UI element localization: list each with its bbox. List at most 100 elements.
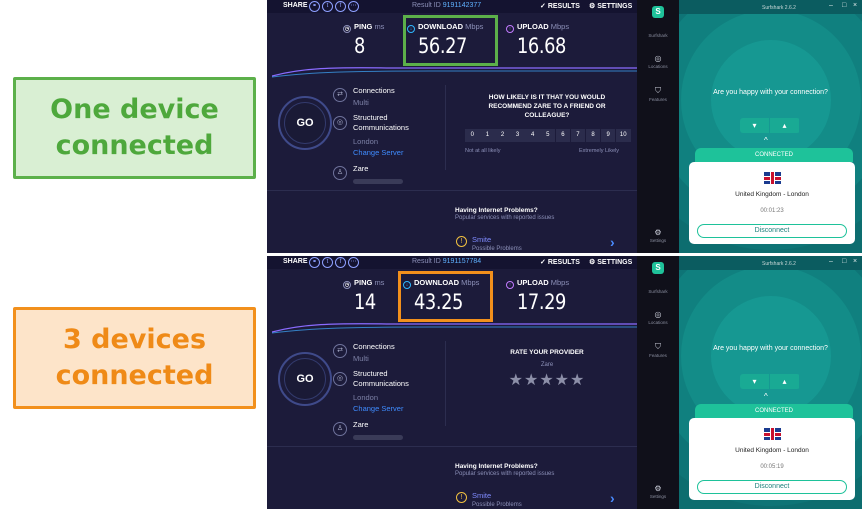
service-item[interactable]: ! Smite Possible Problems	[456, 491, 522, 508]
feedback-question: Are you happy with your connection?	[713, 89, 828, 96]
disconnect-button[interactable]: Disconnect	[697, 480, 847, 494]
service-item[interactable]: ! Smite Possible Problems	[456, 235, 522, 252]
facebook-icon[interactable]: f	[335, 257, 346, 268]
server-location: United Kingdom - London	[735, 447, 809, 454]
facebook-icon[interactable]: f	[335, 1, 346, 12]
settings-button[interactable]: ⚙ SETTINGS	[589, 2, 632, 10]
sidebar-item-surfshark[interactable]: Surfshark	[637, 289, 679, 294]
more-icon[interactable]: ⋯	[348, 257, 359, 268]
settings-button[interactable]: ⚙ SETTINGS	[589, 258, 632, 266]
warning-icon: !	[456, 236, 467, 247]
connection-time: 00:05:19	[760, 464, 784, 470]
sidebar-item-features[interactable]: ⛉ Features	[637, 342, 679, 358]
thumbs-up-icon[interactable]: ▴	[770, 118, 799, 133]
chevron-up-icon[interactable]: ^	[764, 392, 768, 401]
sidebar-item-settings[interactable]: ⚙ Settings	[637, 228, 679, 243]
user-icon: ♙	[333, 166, 347, 180]
change-server-link[interactable]: Change Server	[353, 404, 403, 414]
upload-metric: ↑ UPLOAD Mbps 16.68	[506, 22, 596, 58]
results-button[interactable]: ✓ RESULTS	[540, 2, 580, 10]
disconnect-button[interactable]: Disconnect	[697, 224, 847, 238]
chevron-right-icon[interactable]: ›	[610, 490, 615, 506]
shield-icon: ⛉	[655, 342, 661, 351]
scale-option[interactable]: 1	[480, 129, 495, 142]
uk-flag-icon	[764, 172, 781, 184]
feedback-question: Are you happy with your connection?	[713, 345, 828, 352]
download-value: 56.27	[418, 34, 467, 58]
warning-icon: !	[456, 492, 467, 503]
chevron-up-icon[interactable]: ^	[764, 136, 768, 145]
redacted-ip	[353, 179, 403, 184]
thumbs-up-icon[interactable]: ▴	[770, 374, 799, 389]
scale-option[interactable]: 8	[585, 129, 601, 142]
scale-option[interactable]: 9	[600, 129, 616, 142]
survey-question: HOW LIKELY IS IT THAT YOU WOULD RECOMMEN…	[488, 94, 606, 119]
surfshark-logo: S	[652, 262, 664, 274]
sidebar-item-surfshark[interactable]: Surfshark	[637, 33, 679, 38]
three-devices-label: 3 devices connected	[13, 307, 256, 409]
maximize-icon[interactable]: □	[842, 2, 846, 9]
scale-option[interactable]: 4	[525, 129, 540, 142]
chevron-right-icon[interactable]: ›	[610, 234, 615, 250]
sidebar-item-features[interactable]: ⛉ Features	[637, 86, 679, 102]
surfshark-main: Surfshark 2.6.2 – □ × Are you happy with…	[679, 256, 862, 509]
connections-icon: ⇄	[333, 344, 347, 358]
download-icon: ↓	[403, 281, 411, 289]
sidebar-item-settings[interactable]: ⚙ Settings	[637, 484, 679, 499]
download-icon: ↓	[407, 25, 415, 33]
scale-option[interactable]: 3	[510, 129, 525, 142]
rate-provider: RATE YOUR PROVIDER Zare ★★★★★	[467, 349, 627, 390]
go-button[interactable]: GO	[278, 96, 332, 150]
surfshark-main: Surfshark 2.6.2 – □ × Are you happy with…	[679, 0, 862, 253]
feedback-buttons: ▾ ▴	[740, 374, 800, 389]
share-label: SHARE	[283, 258, 308, 265]
surfshark-sidebar: S Surfshark ◎ Locations ⛉ Features ⚙ Settin…	[637, 256, 679, 509]
scale-option[interactable]: 7	[570, 129, 586, 142]
upload-icon: ↑	[506, 281, 514, 289]
globe-icon: ◎	[333, 372, 347, 386]
go-button[interactable]: GO	[278, 352, 332, 406]
scale-option[interactable]: 10	[615, 129, 631, 142]
maximize-icon[interactable]: □	[842, 258, 846, 265]
sidebar-item-locations[interactable]: ◎ Locations	[637, 54, 679, 69]
scale-high-label: Extremely Likely	[579, 148, 620, 154]
minimize-icon[interactable]: –	[829, 2, 833, 9]
twitter-icon[interactable]: t	[322, 1, 333, 12]
upload-value: 17.29	[517, 290, 566, 314]
scale-option[interactable]: 6	[555, 129, 571, 142]
results-button[interactable]: ✓ RESULTS	[540, 258, 580, 266]
sidebar-item-locations[interactable]: ◎ Locations	[637, 310, 679, 325]
change-server-link[interactable]: Change Server	[353, 148, 403, 158]
speedtest-topbar: SHARE ⚭ t f ⋯ Result ID 9191142377 ✓ RES…	[267, 0, 637, 13]
scale-option[interactable]: 5	[540, 129, 556, 142]
more-icon[interactable]: ⋯	[348, 1, 359, 12]
close-icon[interactable]: ×	[853, 258, 857, 265]
download-metric: ↓ DOWNLOAD Mbps 43.25	[403, 278, 493, 314]
link-icon[interactable]: ⚭	[309, 1, 320, 12]
thumbs-down-icon[interactable]: ▾	[740, 118, 769, 133]
close-icon[interactable]: ×	[853, 2, 857, 9]
connection-time: 00:01:23	[760, 208, 784, 214]
surfshark-sidebar: S Surfshark ◎ Locations ⛉ Features ⚙ Settin…	[637, 0, 679, 253]
share-label: SHARE	[283, 2, 308, 9]
star-rating[interactable]: ★★★★★	[467, 370, 627, 390]
minimize-icon[interactable]: –	[829, 258, 833, 265]
scale-option[interactable]: 0	[465, 129, 480, 142]
thumbs-down-icon[interactable]: ▾	[740, 374, 769, 389]
link-icon[interactable]: ⚭	[309, 257, 320, 268]
result-id[interactable]: Result ID 9191157784	[412, 258, 481, 265]
globe-icon: ◎	[654, 54, 662, 63]
divider	[445, 341, 446, 426]
scale-option[interactable]: 2	[495, 129, 510, 142]
user-icon: ♙	[333, 422, 347, 436]
gear-icon: ⚙	[654, 228, 662, 237]
window-titlebar: Surfshark 2.6.2 – □ ×	[679, 0, 862, 14]
connection-card: United Kingdom - London 00:01:23 Disconn…	[689, 162, 855, 244]
globe-icon: ◎	[333, 116, 347, 130]
upload-icon: ↑	[506, 25, 514, 33]
result-id[interactable]: Result ID 9191142377	[412, 2, 481, 9]
twitter-icon[interactable]: t	[322, 257, 333, 268]
speed-graph	[272, 67, 637, 78]
divider	[267, 446, 637, 447]
speed-graph	[272, 323, 637, 334]
